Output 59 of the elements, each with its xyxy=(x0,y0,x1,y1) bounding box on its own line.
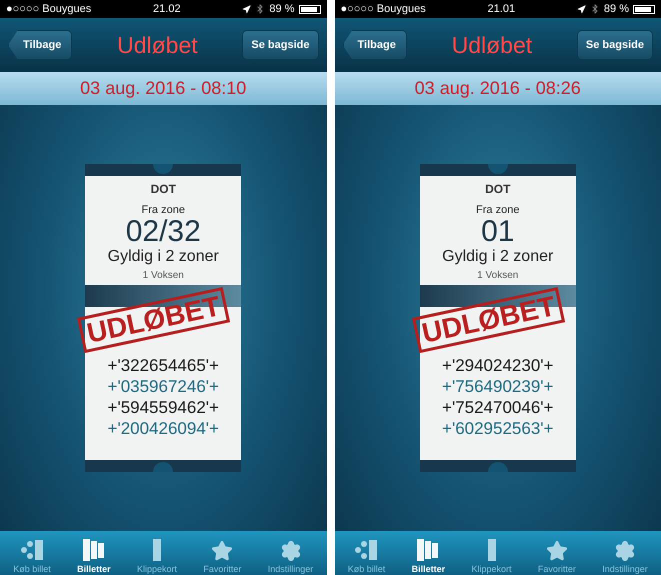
tickets-icon xyxy=(80,538,107,562)
logo: DOT xyxy=(485,182,510,196)
logo: DOT xyxy=(150,182,176,196)
tab[interactable]: Billetter xyxy=(412,538,446,575)
tab[interactable]: Køb billet xyxy=(13,538,51,575)
ticket-code: +'322654465'+ xyxy=(108,354,219,376)
zone-number: 01 xyxy=(481,216,514,248)
back-button[interactable]: Tilbage xyxy=(342,30,407,60)
ticket-code: +'594559462'+ xyxy=(108,396,219,418)
location-icon xyxy=(242,4,252,14)
bluetooth-icon xyxy=(590,4,600,14)
tab[interactable]: Billetter xyxy=(77,538,111,575)
back-button[interactable]: Tilbage xyxy=(8,30,72,60)
passenger-text: 1 Voksen xyxy=(142,270,184,280)
tab[interactable]: Klippekort xyxy=(471,538,512,575)
passenger-text: 1 Voksen xyxy=(477,270,518,280)
star-icon xyxy=(546,540,568,562)
carrier: ●○○○○ Bouygues xyxy=(6,3,92,15)
battery-percent: 89 % xyxy=(604,3,629,15)
dots-ticket-icon xyxy=(18,538,45,562)
ticket-icon xyxy=(486,538,496,562)
back-side-button[interactable]: Se bagside xyxy=(576,30,653,60)
clock: 21.01 xyxy=(488,3,516,15)
clock: 21.02 xyxy=(153,3,181,15)
date-text: 03 aug. 2016 - 08:26 xyxy=(334,72,661,105)
ticket-code: +'200426094'+ xyxy=(108,418,219,438)
ticket-code: +'602952563'+ xyxy=(442,418,554,438)
ticket-notch xyxy=(488,164,508,174)
screen-title: Udløbet xyxy=(117,32,198,58)
star-icon xyxy=(211,540,234,562)
battery-icon xyxy=(298,4,320,14)
tab[interactable]: Indstillinger xyxy=(602,540,648,575)
screen-title: Udløbet xyxy=(452,32,532,58)
ticket-code: +'035967246'+ xyxy=(108,376,219,396)
tab[interactable]: Favoritter xyxy=(203,540,242,575)
tab[interactable]: Favoritter xyxy=(538,540,576,575)
back-side-button[interactable]: Se bagside xyxy=(242,30,318,60)
battery-percent: 89 % xyxy=(269,3,294,15)
ticket-code: +'752470046'+ xyxy=(442,396,554,418)
from-zone-label: Fra zone xyxy=(142,204,185,216)
ticket-notch xyxy=(153,462,174,472)
date-text: 03 aug. 2016 - 08:10 xyxy=(0,72,326,105)
tab[interactable]: Indstillinger xyxy=(268,540,314,575)
from-zone-label: Fra zone xyxy=(476,204,520,216)
validity-text: Gyldig i 2 zoner xyxy=(108,248,219,266)
tab[interactable]: Klippekort xyxy=(136,538,178,575)
bluetooth-icon xyxy=(255,4,266,14)
ticket-icon xyxy=(152,538,162,562)
ticket-code: +'294024230'+ xyxy=(442,354,554,376)
zone-number: 02/32 xyxy=(126,216,201,248)
location-icon xyxy=(576,4,586,14)
ticket-notch xyxy=(488,462,508,472)
tab[interactable]: Køb billet xyxy=(348,538,386,575)
carrier: ●○○○○ Bouygues xyxy=(340,3,426,15)
battery-icon xyxy=(633,4,655,14)
dots-ticket-icon xyxy=(353,538,380,562)
ticket-code: +'756490239'+ xyxy=(442,376,554,396)
ticket-notch xyxy=(153,164,174,174)
validity-text: Gyldig i 2 zoner xyxy=(442,248,554,266)
